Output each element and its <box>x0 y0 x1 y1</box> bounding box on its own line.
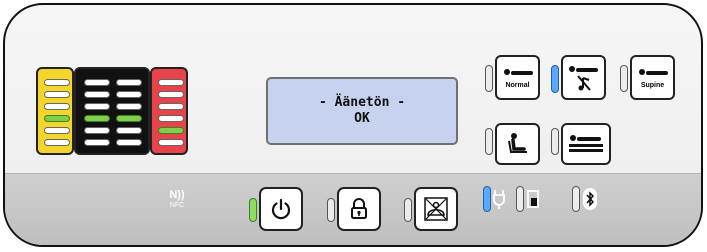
normal-indicator <box>485 65 493 92</box>
transport-indicator <box>404 198 412 222</box>
power-indicator <box>249 198 257 222</box>
supine-indicator <box>620 65 628 92</box>
mute-indicator <box>551 65 559 93</box>
mains-indicator <box>483 186 491 212</box>
lock-indicator <box>327 198 335 222</box>
lock-icon <box>351 198 367 219</box>
patient-lying-icon <box>503 68 533 75</box>
bluetooth-indicator <box>572 186 580 212</box>
patient-lying-mute-icon <box>568 65 598 91</box>
mains-plug-icon <box>492 187 506 211</box>
no-pressure-icon <box>424 197 448 221</box>
nfc-area[interactable]: N)) NFC <box>165 185 189 213</box>
battery-icon <box>526 188 540 210</box>
lcd-display: - Äänetön - OK <box>266 77 458 145</box>
sitting-mode-button[interactable] <box>495 123 540 165</box>
patient-sitting-icon <box>507 133 527 153</box>
power-icon <box>271 198 291 220</box>
mattress-icon <box>569 135 603 152</box>
lcd-line-2: OK <box>354 111 370 126</box>
lcd-line-1: - Äänetön - <box>318 95 406 110</box>
sitting-indicator <box>485 128 493 155</box>
pressure-led-black <box>74 67 150 155</box>
mute-mode-button[interactable] <box>561 55 606 100</box>
normal-label: Normal <box>505 81 530 89</box>
transport-button[interactable] <box>414 187 458 231</box>
battery-indicator <box>516 186 524 212</box>
mattress-mode-button[interactable] <box>561 123 611 165</box>
normal-mode-button[interactable]: Normal <box>495 55 540 100</box>
pressure-led-red <box>150 67 188 155</box>
mattress-indicator <box>551 128 559 155</box>
power-button[interactable] <box>259 187 303 231</box>
nfc-label: NFC <box>169 201 185 209</box>
patient-lying-icon <box>638 68 668 75</box>
lock-button[interactable] <box>337 187 381 231</box>
bluetooth-icon <box>582 186 598 212</box>
supine-mode-button[interactable]: Supine <box>630 55 675 100</box>
supine-label: Supine <box>640 81 665 89</box>
control-panel: - Äänetön - OK Normal Supine N)) NFC <box>3 3 703 247</box>
pressure-led-yellow <box>36 67 74 155</box>
nfc-icon: N)) <box>169 188 185 201</box>
